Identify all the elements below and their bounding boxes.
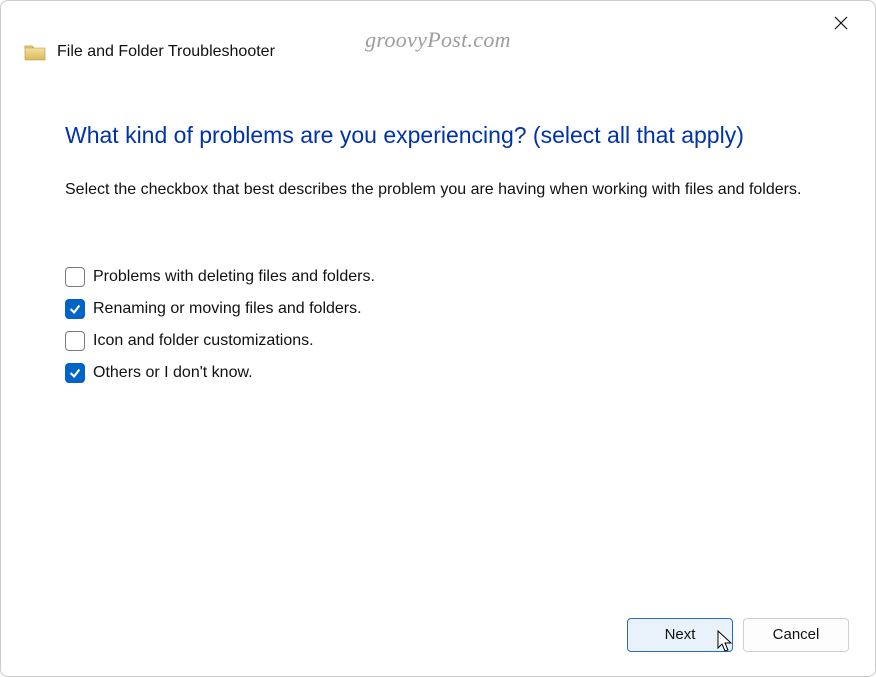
option-renaming[interactable]: Renaming or moving files and folders. bbox=[65, 299, 811, 319]
cancel-button[interactable]: Cancel bbox=[743, 618, 849, 652]
option-label: Renaming or moving files and folders. bbox=[93, 300, 362, 318]
titlebar: File and Folder Troubleshooter bbox=[1, 1, 875, 81]
close-button[interactable] bbox=[833, 15, 853, 35]
folder-icon bbox=[23, 40, 47, 64]
troubleshooter-window: groovyPost.com File and Folder Troublesh… bbox=[0, 0, 876, 677]
options-list: Problems with deleting files and folders… bbox=[65, 267, 811, 383]
option-deleting[interactable]: Problems with deleting files and folders… bbox=[65, 267, 811, 287]
option-label: Others or I don't know. bbox=[93, 364, 253, 382]
content-area: What kind of problems are you experienci… bbox=[1, 81, 875, 383]
checkmark-icon bbox=[68, 366, 82, 380]
option-label: Icon and folder customizations. bbox=[93, 332, 314, 350]
next-button[interactable]: Next bbox=[627, 618, 733, 652]
titlebar-title: File and Folder Troubleshooter bbox=[57, 43, 275, 61]
option-others[interactable]: Others or I don't know. bbox=[65, 363, 811, 383]
page-description: Select the checkbox that best describes … bbox=[65, 178, 811, 201]
option-label: Problems with deleting files and folders… bbox=[93, 268, 375, 286]
page-heading: What kind of problems are you experienci… bbox=[65, 121, 811, 150]
option-icon-customization[interactable]: Icon and folder customizations. bbox=[65, 331, 811, 351]
checkbox[interactable] bbox=[65, 363, 85, 383]
footer-buttons: Next Cancel bbox=[627, 618, 849, 652]
close-icon bbox=[833, 15, 849, 31]
checkbox[interactable] bbox=[65, 331, 85, 351]
checkbox[interactable] bbox=[65, 299, 85, 319]
checkmark-icon bbox=[68, 302, 82, 316]
checkbox[interactable] bbox=[65, 267, 85, 287]
